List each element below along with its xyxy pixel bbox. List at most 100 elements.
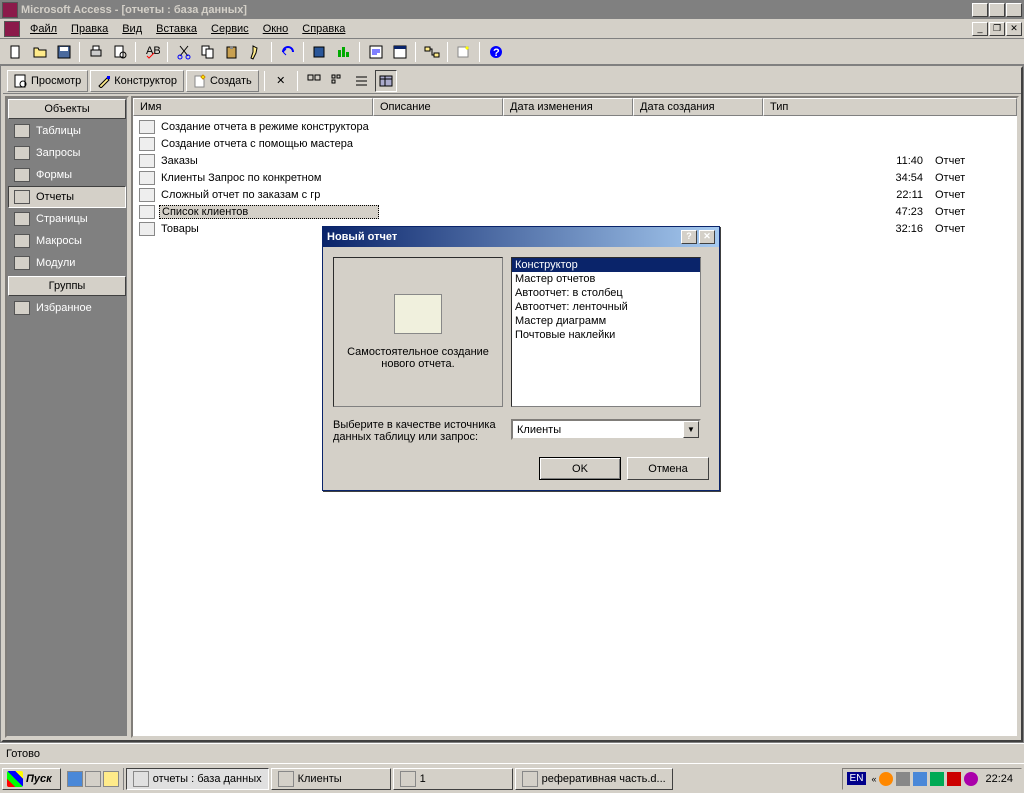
menu-file[interactable]: Файл — [24, 21, 63, 37]
format-painter-button[interactable] — [244, 41, 267, 63]
new-object-button[interactable] — [452, 41, 475, 63]
sidebar-tables[interactable]: Таблицы — [8, 120, 126, 142]
groups-header[interactable]: Группы — [8, 276, 126, 296]
ql-outlook-icon[interactable] — [103, 771, 119, 787]
help-button[interactable]: ? — [484, 41, 507, 63]
dialog-titlebar[interactable]: Новый отчет ? ✕ — [323, 227, 719, 247]
taskbar-task[interactable]: 1 — [393, 768, 513, 790]
tray-icon-4[interactable] — [930, 772, 944, 786]
sidebar-reports[interactable]: Отчеты — [8, 186, 126, 208]
delete-button[interactable]: ✕ — [270, 70, 292, 92]
menu-insert[interactable]: Вставка — [150, 21, 203, 37]
menu-window[interactable]: Окно — [257, 21, 295, 37]
sidebar-queries[interactable]: Запросы — [8, 142, 126, 164]
restore-button[interactable]: ❐ — [989, 3, 1005, 17]
taskbar-task[interactable]: Клиенты — [271, 768, 391, 790]
ql-ie-icon[interactable] — [67, 771, 83, 787]
new-db-button[interactable] — [4, 41, 27, 63]
report-type-option[interactable]: Автоотчет: в столбец — [512, 286, 700, 300]
report-type-option[interactable]: Конструктор — [512, 258, 700, 272]
relationships-button[interactable] — [420, 41, 443, 63]
minimize-button[interactable]: _ — [972, 3, 988, 17]
objects-header[interactable]: Объекты — [8, 99, 126, 119]
sidebar-modules[interactable]: Модули — [8, 252, 126, 274]
taskbar-task[interactable]: реферативная часть.d... — [515, 768, 673, 790]
combo-dropdown-button[interactable]: ▼ — [683, 421, 699, 438]
open-button[interactable] — [28, 41, 51, 63]
undo-button[interactable] — [276, 41, 299, 63]
report-type-option[interactable]: Почтовые наклейки — [512, 328, 700, 342]
sidebar-pages[interactable]: Страницы — [8, 208, 126, 230]
col-desc[interactable]: Описание — [373, 98, 503, 116]
sidebar-favorites[interactable]: Избранное — [8, 297, 126, 319]
list-view-button[interactable] — [351, 70, 373, 92]
system-tray: EN « 22:24 — [842, 768, 1022, 790]
copy-button[interactable] — [196, 41, 219, 63]
row-time: 32:16 — [851, 223, 931, 235]
tray-icon-1[interactable] — [879, 772, 893, 786]
analyze-button[interactable] — [332, 41, 355, 63]
source-combo[interactable]: Клиенты ▼ — [511, 419, 701, 440]
dialog-close-button[interactable]: ✕ — [699, 230, 715, 244]
tray-icon-5[interactable] — [947, 772, 961, 786]
tray-icon-3[interactable] — [913, 772, 927, 786]
dialog-preview: Самостоятельное создание нового отчета. — [333, 257, 503, 407]
task-icon — [278, 771, 294, 787]
properties-button[interactable] — [388, 41, 411, 63]
db-new-button[interactable]: Создать — [186, 70, 259, 92]
spelling-button[interactable]: ABC — [140, 41, 163, 63]
report-type-list[interactable]: КонструкторМастер отчетовАвтоотчет: в ст… — [511, 257, 701, 407]
tray-expand[interactable]: « — [871, 774, 876, 784]
close-button[interactable]: ✕ — [1006, 3, 1022, 17]
small-icons-button[interactable] — [327, 70, 349, 92]
print-button[interactable] — [84, 41, 107, 63]
list-row[interactable]: Создание отчета в режиме конструктора — [135, 118, 1015, 135]
report-type-option[interactable]: Мастер отчетов — [512, 272, 700, 286]
preview-button[interactable] — [108, 41, 131, 63]
task-icon — [133, 771, 149, 787]
save-button[interactable] — [52, 41, 75, 63]
list-row[interactable]: Создание отчета с помощью мастера — [135, 135, 1015, 152]
menu-edit[interactable]: Правка — [65, 21, 114, 37]
tray-icon-6[interactable] — [964, 772, 978, 786]
list-row[interactable]: Клиенты Запрос по конкретном34:54Отчет — [135, 169, 1015, 186]
cancel-button[interactable]: Отмена — [627, 457, 709, 480]
mdi-minimize-button[interactable]: _ — [972, 22, 988, 36]
details-view-button[interactable] — [375, 70, 397, 92]
code-button[interactable] — [364, 41, 387, 63]
tray-icon-2[interactable] — [896, 772, 910, 786]
language-indicator[interactable]: EN — [847, 772, 867, 785]
mdi-restore-button[interactable]: ❐ — [989, 22, 1005, 36]
ok-button[interactable]: OK — [539, 457, 621, 480]
mdi-close-button[interactable]: ✕ — [1006, 22, 1022, 36]
ql-desktop-icon[interactable] — [85, 771, 101, 787]
clock[interactable]: 22:24 — [981, 773, 1017, 785]
menu-view[interactable]: Вид — [116, 21, 148, 37]
menu-help[interactable]: Справка — [296, 21, 351, 37]
start-button[interactable]: Пуск — [2, 768, 61, 790]
db-design-button[interactable]: Конструктор — [90, 70, 184, 92]
list-row[interactable]: Заказы11:40Отчет — [135, 152, 1015, 169]
sidebar-forms[interactable]: Формы — [8, 164, 126, 186]
list-row[interactable]: Список клиентов47:23Отчет — [135, 203, 1015, 220]
list-row[interactable]: Сложный отчет по заказам с гр22:11Отчет — [135, 186, 1015, 203]
large-icons-button[interactable] — [303, 70, 325, 92]
officelinks-button[interactable] — [308, 41, 331, 63]
window-title: Microsoft Access - [отчеты : база данных… — [21, 4, 972, 16]
cut-button[interactable] — [172, 41, 195, 63]
row-type: Отчет — [935, 189, 1015, 201]
report-type-option[interactable]: Мастер диаграмм — [512, 314, 700, 328]
report-type-option[interactable]: Автоотчет: ленточный — [512, 300, 700, 314]
menu-tools[interactable]: Сервис — [205, 21, 255, 37]
mdi-icon[interactable] — [4, 21, 20, 37]
col-type[interactable]: Тип — [763, 98, 1017, 116]
report-item-icon — [139, 171, 155, 185]
col-name[interactable]: Имя — [133, 98, 373, 116]
taskbar-task[interactable]: отчеты : база данных — [126, 768, 269, 790]
paste-button[interactable] — [220, 41, 243, 63]
col-created[interactable]: Дата создания — [633, 98, 763, 116]
col-modified[interactable]: Дата изменения — [503, 98, 633, 116]
sidebar-macros[interactable]: Макросы — [8, 230, 126, 252]
dialog-help-button[interactable]: ? — [681, 230, 697, 244]
db-open-button[interactable]: Просмотр — [7, 70, 88, 92]
